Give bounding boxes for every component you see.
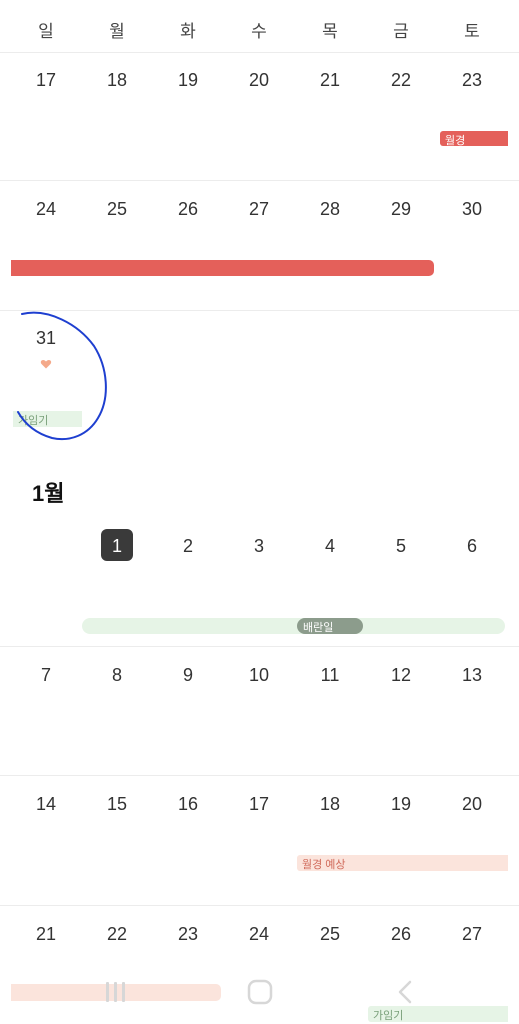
day-cell[interactable]: 29 [376, 199, 426, 220]
day-cell[interactable]: 27 [234, 199, 284, 220]
day-cell[interactable]: 4 [305, 536, 355, 557]
day-cell[interactable]: 24 [234, 924, 284, 945]
day-cell[interactable]: 20 [234, 70, 284, 91]
day-cell[interactable]: 9 [163, 665, 213, 686]
day-cell[interactable]: 21 [305, 70, 355, 91]
day-cell[interactable]: 17 [234, 794, 284, 815]
weekday-wed: 수 [251, 22, 267, 41]
back-icon[interactable] [394, 979, 418, 1005]
weekday-sat: 토 [464, 22, 480, 41]
day-cell[interactable]: 21 [21, 924, 71, 945]
day-cell[interactable]: 20 [447, 794, 497, 815]
day-cell[interactable]: 5 [376, 536, 426, 557]
expected-period-label: 월경 예상 [302, 859, 346, 871]
fertile-bar[interactable] [82, 618, 505, 634]
week-divider [0, 180, 519, 181]
day-cell[interactable]: 18 [92, 70, 142, 91]
weekday-sun: 일 [38, 22, 54, 41]
day-cell[interactable]: 2 [163, 536, 213, 557]
weekday-tue: 화 [180, 22, 196, 41]
annotation-circle [17, 311, 107, 440]
day-cell[interactable]: 15 [92, 794, 142, 815]
period-label: 월경 [445, 135, 466, 147]
recent-apps-icon[interactable] [103, 980, 129, 1004]
day-cell[interactable]: 19 [163, 70, 213, 91]
week-divider [0, 646, 519, 647]
week-divider [0, 775, 519, 776]
day-cell[interactable]: 26 [376, 924, 426, 945]
day-cell[interactable]: 25 [92, 199, 142, 220]
day-cell[interactable]: 27 [447, 924, 497, 945]
day-cell[interactable]: 22 [376, 70, 426, 91]
weekday-mon: 월 [109, 22, 125, 41]
ovulation-label: 배란일 [303, 622, 334, 634]
period-bar[interactable] [11, 260, 434, 276]
day-cell[interactable]: 22 [92, 924, 142, 945]
day-cell[interactable]: 10 [234, 665, 284, 686]
day-cell[interactable]: 18 [305, 794, 355, 815]
day-cell[interactable]: 11 [305, 665, 355, 686]
day-cell[interactable]: 14 [21, 794, 71, 815]
month-title: 1월 [32, 481, 65, 506]
day-cell[interactable]: 23 [447, 70, 497, 91]
week-divider [0, 905, 519, 906]
day-cell[interactable]: 23 [163, 924, 213, 945]
day-cell-today[interactable]: 1 [92, 536, 142, 557]
day-cell[interactable]: 8 [92, 665, 142, 686]
day-cell[interactable]: 19 [376, 794, 426, 815]
day-cell[interactable]: 3 [234, 536, 284, 557]
home-icon[interactable] [246, 978, 274, 1006]
day-cell[interactable]: 30 [447, 199, 497, 220]
fertile-label: 가임기 [373, 1010, 404, 1022]
weekday-thu: 목 [322, 22, 338, 41]
day-cell[interactable]: 26 [163, 199, 213, 220]
day-cell[interactable]: 17 [21, 70, 71, 91]
day-cell[interactable]: 16 [163, 794, 213, 815]
day-cell[interactable]: 13 [447, 665, 497, 686]
day-cell[interactable]: 6 [447, 536, 497, 557]
weekday-header: 일 월 화 수 목 금 토 [0, 0, 519, 53]
day-cell[interactable]: 24 [21, 199, 71, 220]
day-cell[interactable]: 28 [305, 199, 355, 220]
weekday-fri: 금 [393, 22, 409, 41]
day-cell[interactable]: 25 [305, 924, 355, 945]
day-cell[interactable]: 12 [376, 665, 426, 686]
day-cell[interactable]: 7 [21, 665, 71, 686]
